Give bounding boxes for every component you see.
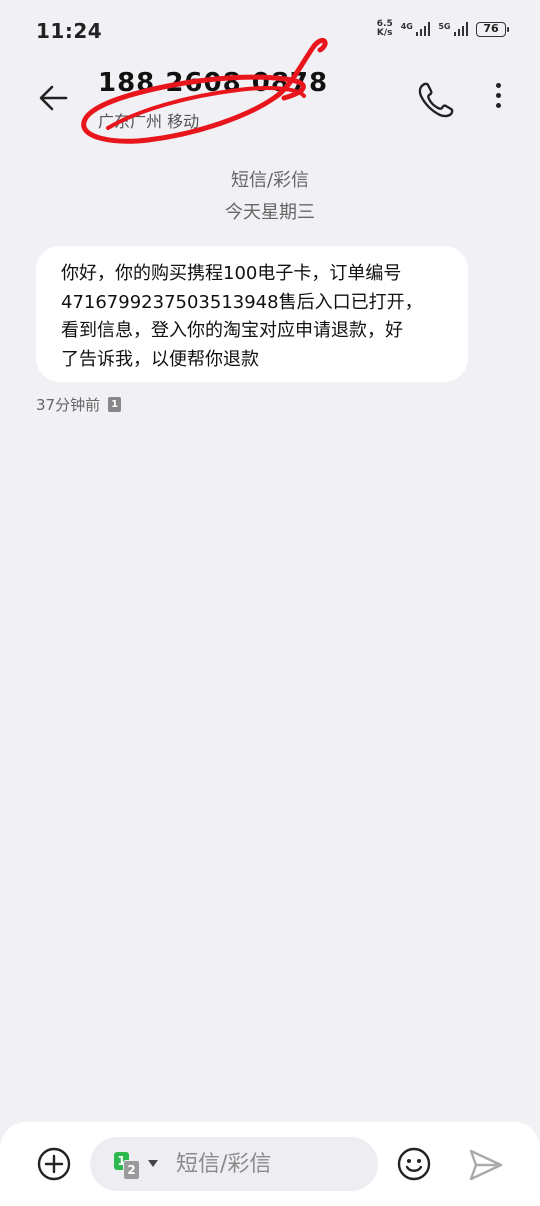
message-line: 了告诉我，以便帮你退款 (61, 348, 259, 370)
contact-location: 广东广州 移动 (98, 112, 200, 131)
dropdown-caret-icon (148, 1160, 158, 1167)
send-icon[interactable] (468, 1148, 504, 1182)
conversation-header: 188 2608 0878 广东广州 移动 (0, 37, 540, 144)
contact-number[interactable]: 188 2608 0878 (98, 68, 328, 98)
message-input[interactable] (176, 1137, 366, 1191)
back-arrow-icon[interactable] (36, 80, 72, 116)
thread-date-label: 今天星期三 (225, 202, 315, 223)
signal-bars-icon (453, 22, 468, 36)
status-icons: 6.5 K/s 4G 5G 76 (377, 20, 509, 38)
status-time: 11:24 (36, 19, 103, 43)
sim1-network-label: 4G (400, 22, 413, 31)
sim2-icon: 2 (123, 1160, 140, 1180)
network-speed: 6.5 K/s (377, 20, 393, 38)
status-bar: 11:24 6.5 K/s 4G 5G 76 (0, 0, 540, 62)
battery-icon: 76 (476, 21, 509, 37)
sim2-network-label: 5G (438, 22, 451, 31)
message-time: 37分钟前 (36, 396, 101, 414)
network-speed-unit: K/s (376, 28, 393, 38)
composer-bar: 1 2 (0, 1122, 540, 1206)
sim-badge: 1 (108, 397, 122, 412)
more-vertical-icon[interactable] (488, 78, 508, 118)
message-input-field[interactable]: 1 2 (90, 1137, 378, 1191)
message-line: 4716799237503513948售后入口已打开， (61, 291, 423, 313)
signal-bars-icon (415, 22, 431, 36)
message-meta: 37分钟前 1 (36, 394, 122, 415)
phone-icon[interactable] (414, 78, 454, 118)
thread-type-label: 短信/彩信 (230, 170, 310, 191)
add-circle-icon[interactable] (36, 1146, 72, 1182)
message-line: 你好，你的购买携程100电子卡，订单编号 (61, 263, 402, 284)
message-line: 看到信息，登入你的淘宝对应申请退款，好 (61, 320, 403, 341)
message-bubble[interactable]: 你好，你的购买携程100电子卡，订单编号 4716799237503513948… (36, 246, 468, 382)
signal-sim1: 4G (401, 22, 431, 36)
sim-selector[interactable]: 1 2 (114, 1152, 158, 1180)
emoji-icon[interactable] (396, 1146, 432, 1182)
signal-sim2: 5G (438, 22, 468, 36)
